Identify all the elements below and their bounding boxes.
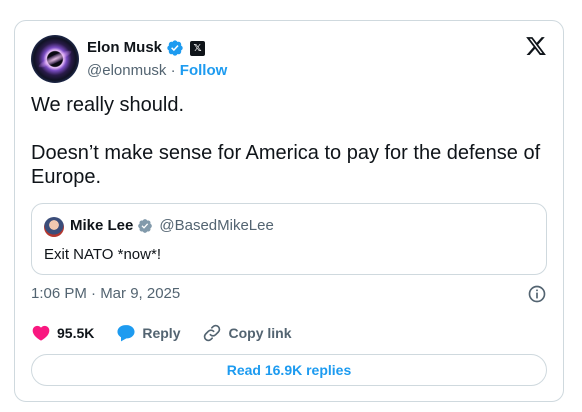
author-avatar[interactable]: [31, 35, 79, 83]
author-handle-row: @elonmusk · Follow: [87, 61, 227, 81]
author-name-row: Elon Musk 𝕏: [87, 37, 206, 59]
quoted-author-handle: @BasedMikeLee: [159, 217, 274, 234]
link-icon: [202, 323, 222, 343]
heart-icon: [31, 323, 51, 343]
handle-separator: ·: [166, 62, 180, 79]
author-handle[interactable]: @elonmusk: [87, 62, 166, 79]
quoted-tweet[interactable]: Mike Lee @BasedMikeLee Exit NATO *now*!: [31, 203, 547, 275]
info-icon[interactable]: [527, 284, 547, 304]
like-button[interactable]: 95.5K: [31, 323, 94, 343]
copy-link-label: Copy link: [228, 325, 292, 341]
verified-badge-icon: [166, 39, 184, 57]
like-count: 95.5K: [57, 325, 95, 341]
tweet-timestamp[interactable]: 1:06 PM · Mar 9, 2025: [31, 284, 180, 304]
quoted-tweet-text: Exit NATO *now*!: [44, 246, 161, 263]
copy-link-button[interactable]: Copy link: [202, 323, 292, 343]
quoted-author-row: Mike Lee @BasedMikeLee: [70, 216, 274, 236]
tweet-embed-card: Elon Musk 𝕏 @elonmusk · Follow We really…: [14, 20, 564, 402]
tweet-text: We really should. Doesn’t make sense for…: [31, 94, 541, 188]
author-display-name[interactable]: Elon Musk: [87, 38, 162, 58]
reply-bubble-icon: [116, 323, 136, 343]
verified-badge-icon: [137, 218, 153, 234]
follow-button[interactable]: Follow: [180, 62, 228, 79]
x-affiliation-badge-icon: 𝕏: [190, 40, 206, 56]
quoted-author-avatar: [44, 217, 64, 237]
x-logo-icon[interactable]: [525, 35, 547, 57]
action-bar: 95.5K Reply Copy link: [31, 321, 314, 345]
read-replies-button[interactable]: Read 16.9K replies: [31, 354, 547, 386]
reply-button[interactable]: Reply: [116, 323, 180, 343]
reply-label: Reply: [142, 325, 181, 341]
quoted-author-name: Mike Lee: [70, 217, 134, 234]
